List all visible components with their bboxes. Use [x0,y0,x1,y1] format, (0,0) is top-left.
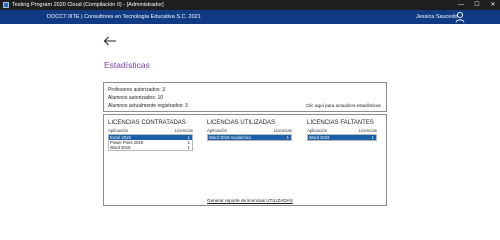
used-licenses-list[interactable]: Word 2019 Académico 1 [207,134,292,141]
missing-licenses-section: LICENCIAS FALTANTES Aplicación Licencias… [307,119,377,141]
column-header-licenses: Licencias [358,128,377,133]
page-title: Estadísticas [104,60,150,70]
list-item-count: 1 [371,135,374,140]
missing-licenses-title: LICENCIAS FALTANTES [307,120,374,126]
generate-report-link[interactable]: Generar reporte de licencias UTILIZADAS [207,198,293,203]
maximize-button[interactable]: ☐ [470,0,484,10]
app-icon [3,2,9,8]
close-button[interactable]: ✕ [486,0,500,10]
list-item[interactable]: Word 2019 1 [109,145,192,150]
students-registered: Alumnos actualmente registrados: 3 [108,103,188,109]
column-header-application: Aplicación [207,128,228,133]
list-item-name: Word 2019 [110,145,131,150]
contracted-licenses-section: LICENCIAS CONTRATADAS Aplicación Licenci… [108,119,193,151]
list-item-name: Word 2019 [309,135,330,140]
students-authorized: Alumnos autorizados: 10 [108,95,164,101]
column-header-licenses: Licencias [174,128,193,133]
stats-summary-panel: Profesores autorizados: 3 Alumnos autori… [103,82,387,112]
list-item-count: 1 [187,145,190,150]
column-header-licenses: Licencias [273,128,292,133]
list-item[interactable]: Word 2019 1 [308,135,376,140]
used-licenses-title: LICENCIAS UTILIZADAS [207,120,276,126]
organization-label: DOCCT 0ITE | Consultores en Tecnología E… [47,14,201,20]
table-header: Aplicación Licencias [307,128,377,134]
contracted-licenses-list[interactable]: Excel 2019 1 Power Point 2019 1 Word 201… [108,134,193,151]
column-header-application: Aplicación [108,128,129,133]
arrow-left-icon[interactable] [103,36,117,46]
list-item-count: 1 [286,135,289,140]
licenses-panel: LICENCIAS CONTRATADAS Aplicación Licenci… [103,114,387,206]
list-item-name: Word 2019 Académico [209,135,252,140]
table-header: Aplicación Licencias [108,128,193,134]
app-header: DOCCT 0ITE | Consultores en Tecnología E… [0,10,500,24]
user-icon[interactable] [455,11,465,23]
table-header: Aplicación Licencias [207,128,292,134]
used-licenses-section: LICENCIAS UTILIZADAS Aplicación Licencia… [207,119,292,141]
contracted-licenses-title: LICENCIAS CONTRATADAS [108,120,186,126]
window-titlebar: Testing Program 2020 Cloud (Compilación … [0,0,500,10]
window-title: Testing Program 2020 Cloud (Compilación … [12,2,164,8]
teachers-authorized: Profesores autorizados: 3 [108,87,165,93]
minimize-button[interactable]: — [454,0,468,10]
refresh-stats-link[interactable]: Clic aquí para actualizar estadísticas [306,103,381,108]
user-name[interactable]: Jessica Saucedo [416,13,458,21]
missing-licenses-list[interactable]: Word 2019 1 [307,134,377,141]
list-item[interactable]: Word 2019 Académico 1 [208,135,291,140]
column-header-application: Aplicación [307,128,328,133]
